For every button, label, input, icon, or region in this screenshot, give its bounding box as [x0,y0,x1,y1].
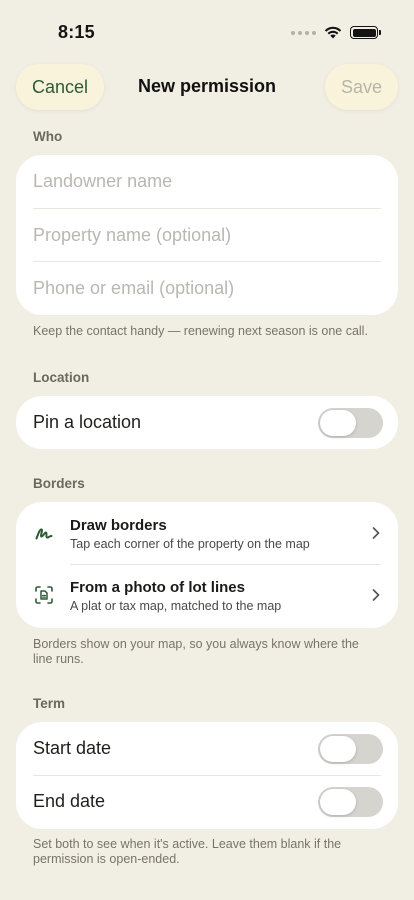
borders-card: Draw borders Tap each corner of the prop… [16,502,398,628]
photo-lot-lines-subtitle: A plat or tax map, matched to the map [70,599,282,613]
landowner-name-input[interactable] [33,171,373,193]
toggle-knob [320,410,356,436]
photo-lot-lines-title: From a photo of lot lines [70,579,245,596]
contact-row [16,262,398,316]
phone-or-email-input[interactable] [33,278,373,300]
start-date-label: Start date [33,738,112,758]
end-date-toggle[interactable] [318,787,383,817]
section-label-who: Who [33,129,63,144]
wifi-icon [324,26,342,39]
photo-lot-lines-row[interactable]: From a photo of lot lines A plat or tax … [16,564,398,626]
start-date-toggle[interactable] [318,734,383,764]
property-name-input[interactable] [33,224,373,246]
location-card: Pin a location [16,396,398,449]
pin-location-toggle[interactable] [318,408,383,438]
status-time: 8:15 [58,22,95,42]
battery-icon [350,26,381,39]
term-card: Start date End date [16,722,398,829]
status-icons [291,26,381,39]
end-date-label: End date [33,791,106,811]
draw-borders-subtitle: Tap each corner of the property on the m… [70,537,310,551]
scan-document-icon [35,586,53,604]
borders-footnote: Borders show on your map, so you always … [33,637,359,666]
property-name-row [16,209,398,263]
navigation-bar: Cancel New permission Save [0,64,414,110]
toggle-knob [320,789,356,815]
toggle-knob [320,736,356,762]
draw-scribble-icon [35,528,53,540]
who-footnote: Keep the contact handy — renewing next s… [33,324,368,338]
draw-borders-title: Draw borders [70,517,167,534]
pin-location-row: Pin a location [16,396,398,449]
save-button[interactable]: Save [325,64,398,110]
section-label-location: Location [33,370,90,385]
status-bar: 8:15 [0,0,414,54]
section-label-borders: Borders [33,476,85,491]
screen: 8:15 Cancel New permission Save Who Land… [0,0,414,900]
who-card [16,155,398,315]
term-footnote: Set both to see when it's active. Leave … [33,837,342,866]
section-label-term: Term [33,696,66,711]
draw-borders-row[interactable]: Draw borders Tap each corner of the prop… [16,502,398,564]
chevron-right-icon [372,589,380,601]
landowner-name-row [16,155,398,209]
pin-location-label: Pin a location [33,412,142,432]
draw-borders-text: Draw borders Tap each corner of the prop… [70,517,310,551]
signal-dots-icon [291,30,316,35]
photo-lot-lines-text: From a photo of lot lines A plat or tax … [70,579,281,613]
start-date-row: Start date [16,722,398,775]
chevron-right-icon [372,527,380,539]
end-date-row: End date [16,775,398,828]
